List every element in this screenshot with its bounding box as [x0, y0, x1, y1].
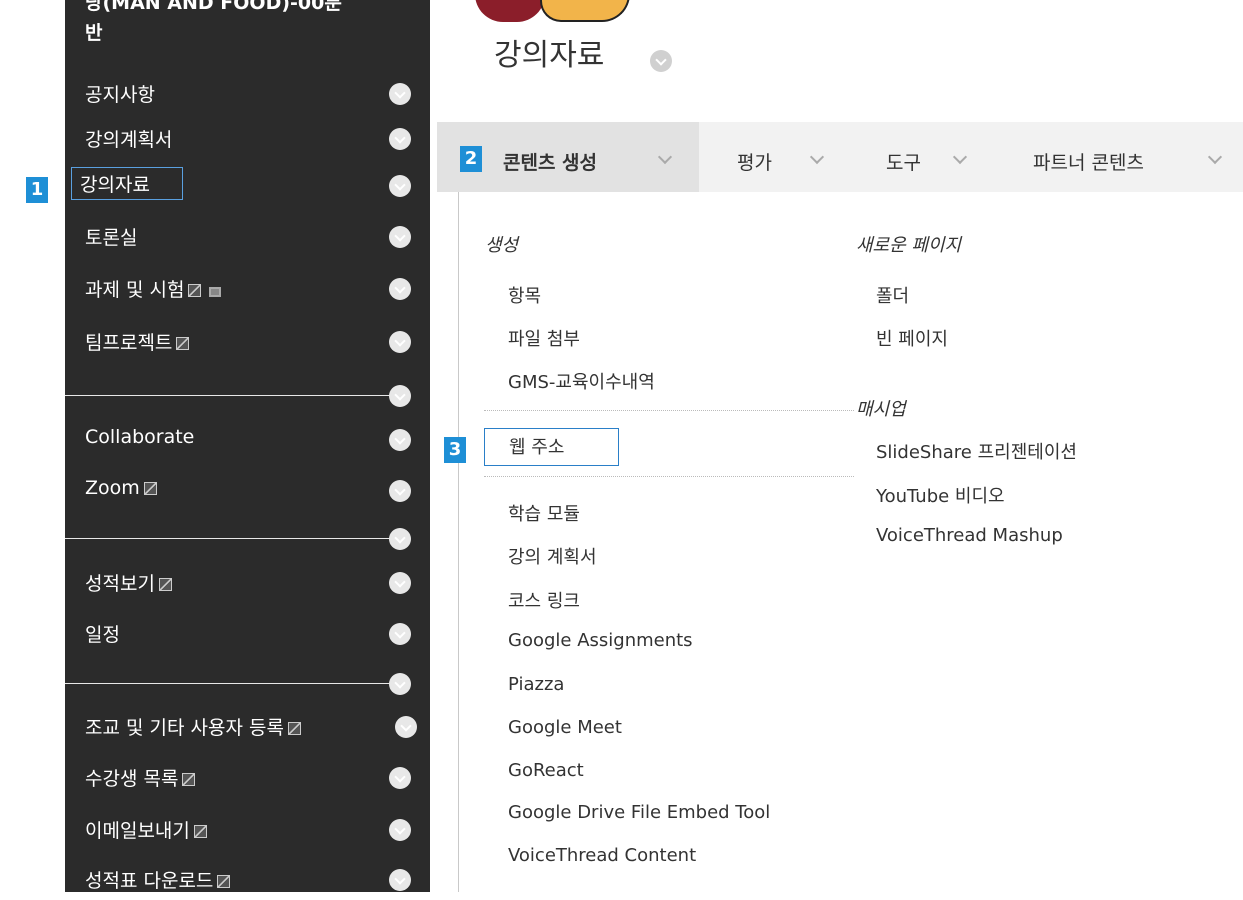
menu-item-google-meet[interactable]: Google Meet	[508, 717, 622, 738]
menu-item-item[interactable]: 항목	[508, 282, 541, 308]
chevron-down-icon[interactable]	[389, 278, 411, 300]
chevron-down-icon[interactable]	[389, 480, 411, 502]
sidebar-item-label: 이메일보내기	[85, 820, 190, 842]
sidebar-item-label: 강의자료	[71, 167, 183, 200]
sidebar-item-lecture-materials[interactable]: 강의자료	[65, 164, 430, 204]
tab-partner-content[interactable]: 파트너 콘텐츠	[1033, 148, 1144, 175]
sidebar-divider	[65, 395, 402, 396]
menu-item-web-link[interactable]: 웹 주소	[484, 428, 620, 466]
sidebar-item-label: 조교 및 기타 사용자 등록	[85, 717, 284, 739]
menu-item-blank-page[interactable]: 빈 페이지	[876, 325, 948, 351]
chevron-down-icon[interactable]	[389, 83, 411, 105]
chevron-down-icon[interactable]	[395, 716, 417, 738]
chevron-down-icon[interactable]	[389, 869, 411, 891]
hidden-from-students-icon	[209, 287, 222, 297]
banner-mascot-image	[475, 0, 545, 22]
sidebar-item-send-email[interactable]: 이메일보내기	[65, 810, 430, 850]
sidebar-item-notices[interactable]: 공지사항	[65, 74, 430, 114]
step-marker-3: 3	[444, 437, 466, 463]
chevron-down-icon[interactable]	[389, 819, 411, 841]
menu-heading-mashup: 매시업	[856, 399, 906, 420]
sidebar-item-grades[interactable]: 성적보기	[65, 563, 430, 603]
create-content-menu	[458, 192, 1243, 892]
edit-mode-icon	[176, 337, 190, 350]
chevron-down-icon[interactable]	[389, 331, 411, 353]
sidebar-item-label: 성적표 다운로드	[85, 870, 214, 892]
sidebar-item-label: 성적보기	[85, 573, 155, 595]
menu-item-learning-module[interactable]: 학습 모듈	[508, 500, 580, 526]
sidebar-item-label: 강의계획서	[85, 129, 173, 151]
step-marker-1: 1	[26, 177, 48, 203]
chevron-down-icon[interactable]	[389, 673, 411, 695]
chevron-down-icon[interactable]	[389, 128, 411, 150]
sidebar-item-collaborate[interactable]: Collaborate	[65, 420, 430, 460]
sidebar-item-syllabus[interactable]: 강의계획서	[65, 119, 430, 159]
course-title[interactable]: 당(MAN AND FOOD)-00분 반	[85, 0, 405, 48]
chevron-down-icon[interactable]	[389, 528, 411, 550]
menu-item-voicethread-mashup[interactable]: VoiceThread Mashup	[876, 525, 1063, 546]
menu-item-google-assignments[interactable]: Google Assignments	[508, 630, 693, 651]
tab-tools[interactable]: 도구	[886, 148, 921, 175]
edit-mode-icon	[193, 825, 207, 838]
content-toolbar: 2 콘텐츠 생성 평가 도구 파트너 콘텐츠	[437, 122, 1243, 192]
tab-assessment[interactable]: 평가	[737, 148, 772, 175]
menu-item-folder[interactable]: 폴더	[876, 282, 909, 308]
sidebar-item-label: 수강생 목록	[85, 768, 179, 790]
sidebar-item-student-list[interactable]: 수강생 목록	[65, 758, 430, 798]
sidebar-item-label: 공지사항	[85, 84, 155, 106]
menu-heading-new-page: 새로운 페이지	[856, 235, 962, 256]
edit-mode-icon	[217, 875, 231, 888]
sidebar-item-label: 팀프로젝트	[85, 332, 173, 354]
edit-mode-icon	[182, 773, 196, 786]
course-menu-sidebar: 당(MAN AND FOOD)-00분 반 공지사항 강의계획서 강의자료 토론…	[65, 0, 430, 892]
edit-mode-icon	[143, 482, 157, 495]
chevron-down-icon	[809, 149, 825, 165]
sidebar-item-register-users[interactable]: 조교 및 기타 사용자 등록	[65, 707, 430, 747]
chevron-down-icon	[952, 149, 968, 165]
chevron-down-icon[interactable]	[389, 767, 411, 789]
sidebar-item-label: Collaborate	[85, 426, 195, 448]
sidebar-item-zoom[interactable]: Zoom	[65, 471, 430, 511]
edit-mode-icon	[158, 578, 172, 591]
sidebar-item-label: 과제 및 시험	[85, 279, 185, 301]
menu-item-file-attach[interactable]: 파일 첨부	[508, 325, 580, 351]
sidebar-item-calendar[interactable]: 일정	[65, 614, 430, 654]
page-title: 강의자료	[494, 38, 605, 73]
menu-item-slideshare[interactable]: SlideShare 프리젠테이션	[876, 438, 1077, 464]
chevron-down-icon[interactable]	[389, 226, 411, 248]
sidebar-item-label: 토론실	[85, 227, 138, 249]
chevron-down-icon[interactable]	[389, 429, 411, 451]
menu-item-youtube-video[interactable]: YouTube 비디오	[876, 482, 1005, 508]
menu-item-piazza[interactable]: Piazza	[508, 674, 564, 695]
chevron-down-icon[interactable]	[389, 623, 411, 645]
menu-item-syllabus[interactable]: 강의 계획서	[508, 543, 597, 569]
sidebar-divider	[65, 683, 402, 684]
menu-separator	[484, 410, 854, 411]
create-content-label[interactable]: 콘텐츠 생성	[503, 148, 597, 175]
menu-heading-create: 생성	[485, 235, 519, 256]
chevron-down-icon[interactable]	[389, 572, 411, 594]
edit-mode-icon	[287, 722, 301, 735]
menu-item-goreact[interactable]: GoReact	[508, 760, 584, 781]
sidebar-item-gradebook-download[interactable]: 성적표 다운로드	[65, 860, 430, 900]
menu-item-course-link[interactable]: 코스 링크	[508, 587, 580, 613]
menu-item-google-drive-embed[interactable]: Google Drive File Embed Tool	[508, 802, 770, 823]
menu-item-gms[interactable]: GMS-교육이수내역	[508, 368, 655, 394]
step-marker-2: 2	[460, 146, 482, 172]
sidebar-item-label: 일정	[85, 624, 120, 646]
sidebar-divider	[65, 538, 402, 539]
chevron-down-icon	[1207, 149, 1223, 165]
menu-separator	[484, 476, 854, 477]
menu-item-voicethread-content[interactable]: VoiceThread Content	[508, 845, 696, 866]
sidebar-item-team-project[interactable]: 팀프로젝트	[65, 322, 430, 362]
edit-mode-icon	[188, 284, 202, 297]
sidebar-item-discussion[interactable]: 토론실	[65, 217, 430, 257]
banner-mascot-image	[540, 0, 630, 22]
chevron-down-icon[interactable]	[389, 175, 411, 197]
chevron-down-icon[interactable]	[650, 50, 672, 72]
sidebar-item-assignments[interactable]: 과제 및 시험	[65, 269, 430, 309]
sidebar-item-label: Zoom	[85, 477, 140, 499]
chevron-down-icon[interactable]	[389, 385, 411, 407]
